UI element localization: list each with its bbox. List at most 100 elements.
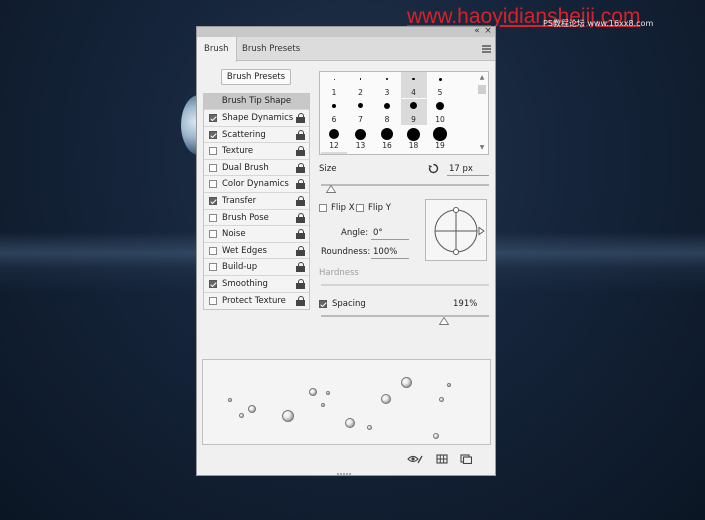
option-smoothing[interactable]: Smoothing [204, 275, 309, 292]
grid-icon[interactable] [436, 454, 448, 464]
brush-tip-28[interactable]: 28 [348, 152, 374, 154]
scattering-checkbox[interactable] [209, 130, 217, 139]
brush-tip-16[interactable]: 16 [374, 125, 400, 151]
brush-tip-dot [355, 128, 366, 140]
option-texture[interactable]: Texture [204, 142, 309, 159]
lock-icon[interactable] [296, 229, 305, 240]
size-slider-thumb[interactable] [326, 185, 337, 193]
spacing-slider-thumb[interactable] [438, 317, 449, 325]
smoothing-checkbox[interactable] [209, 280, 217, 288]
flip-x-checkbox[interactable] [319, 204, 327, 212]
brush-tip-3[interactable]: 3 [374, 72, 400, 98]
brush-tip-6[interactable]: 6 [321, 99, 347, 125]
noise-checkbox[interactable] [209, 230, 217, 239]
lock-icon[interactable] [296, 262, 305, 273]
brush-tip-19[interactable]: 19 [427, 125, 453, 151]
brush-tip-24[interactable]: 24 [321, 151, 347, 154]
brush-presets-button[interactable]: Brush Presets [221, 69, 291, 85]
protect-texture-checkbox[interactable] [209, 296, 217, 305]
lock-icon[interactable] [296, 196, 305, 206]
lock-icon[interactable] [296, 212, 305, 223]
spacing-value[interactable]: 191% [451, 298, 489, 310]
option-brush-pose[interactable]: Brush Pose [204, 208, 309, 226]
build-up-checkbox[interactable] [209, 263, 217, 272]
shape-dynamics-checkbox[interactable] [209, 114, 217, 122]
option-wet-edges[interactable]: Wet Edges [204, 241, 309, 259]
brush-tip-10[interactable]: 10 [427, 99, 453, 125]
flip-y-checkbox[interactable] [356, 204, 364, 212]
option-color-dynamics[interactable]: Color Dynamics [204, 175, 309, 192]
brush-tip-12[interactable]: 12 [321, 125, 347, 151]
brush-tip-size-label: 16 [382, 141, 392, 150]
lock-icon[interactable] [296, 279, 305, 289]
brush-tip-8[interactable]: 8 [374, 99, 400, 125]
size-slider-track[interactable] [321, 184, 489, 186]
tab-brush[interactable]: Brush [197, 37, 237, 62]
color-dynamics-checkbox[interactable] [209, 180, 217, 189]
option-shape-dynamics[interactable]: Shape Dynamics [204, 109, 309, 126]
new-preset-icon[interactable] [460, 454, 472, 464]
lock-icon[interactable] [296, 146, 305, 157]
brush-tip-18[interactable]: 18 [401, 125, 427, 151]
brush-tip-dot [438, 77, 442, 81]
eye-brush-icon[interactable] [407, 454, 423, 464]
hardness-slider-track [321, 284, 489, 286]
brush-tip-dot [436, 101, 444, 110]
scrollbar-thumb[interactable] [478, 85, 486, 94]
spacing-checkbox[interactable] [319, 300, 327, 308]
close-icon[interactable]: × [484, 26, 492, 37]
texture-checkbox[interactable] [209, 147, 217, 156]
wet-edges-checkbox[interactable] [209, 246, 217, 255]
noise-label: Noise [222, 229, 246, 240]
panel-titlebar[interactable]: « × [197, 26, 495, 37]
option-noise[interactable]: Noise [204, 225, 309, 242]
shape-dynamics-label: Shape Dynamics [222, 113, 294, 123]
brush-pose-checkbox[interactable] [209, 213, 217, 222]
option-scattering[interactable]: Scattering [204, 125, 309, 143]
brush-tip-dot [353, 153, 368, 154]
scroll-up-icon[interactable]: ▲ [478, 74, 486, 82]
brush-tip-7[interactable]: 7 [348, 99, 374, 125]
brush-tip-13[interactable]: 13 [348, 125, 374, 151]
preview-bubble [321, 403, 325, 407]
size-value[interactable]: 17 px [447, 163, 489, 176]
brush-tip-dot [332, 103, 336, 108]
brush-tip-4[interactable]: 4 [400, 72, 427, 98]
brush-tip-5[interactable]: 5 [427, 72, 453, 98]
angle-roundness-widget[interactable] [425, 199, 487, 261]
transfer-label: Transfer [222, 196, 257, 206]
brush-tip-dot [386, 78, 388, 80]
tab-brush-presets[interactable]: Brush Presets [235, 37, 307, 61]
transfer-checkbox[interactable] [209, 197, 217, 205]
brush-tip-dot [381, 128, 393, 140]
brush-tip-dot [384, 102, 390, 109]
lock-icon[interactable] [296, 245, 305, 256]
dual-brush-checkbox[interactable] [209, 163, 217, 172]
brush-stroke-preview [202, 359, 491, 445]
brush-tip-9[interactable]: 9 [400, 98, 427, 125]
lock-icon[interactable] [296, 113, 305, 123]
lock-icon[interactable] [296, 179, 305, 190]
option-dual-brush[interactable]: Dual Brush [204, 158, 309, 176]
double-chevron-icon[interactable]: « [473, 26, 481, 37]
lock-icon[interactable] [296, 129, 305, 140]
option-build-up[interactable]: Build-up [204, 258, 309, 275]
panel-menu-icon[interactable] [482, 45, 491, 53]
lock-icon[interactable] [296, 162, 305, 173]
resize-grip[interactable] [337, 468, 355, 475]
brush-options-list: Brush Tip Shape Shape Dynamics Scattering… [203, 93, 310, 310]
wet-edges-label: Wet Edges [222, 245, 267, 256]
option-protect-texture[interactable]: Protect Texture [204, 291, 309, 309]
spacing-slider-track[interactable] [321, 315, 489, 317]
brush-tip-size-label: 8 [384, 114, 390, 124]
brush-tip-1[interactable]: 1 [321, 72, 347, 98]
lock-icon[interactable] [296, 295, 305, 306]
brush-tip-size-label: 1 [331, 88, 337, 97]
brush-tip-2[interactable]: 2 [348, 72, 374, 98]
brush-tip-shape-item[interactable]: Brush Tip Shape [204, 94, 309, 109]
angle-value[interactable]: 0° [371, 227, 409, 240]
reset-icon[interactable] [428, 163, 439, 174]
scroll-down-icon[interactable]: ▼ [478, 144, 486, 152]
option-transfer[interactable]: Transfer [204, 192, 309, 209]
roundness-value[interactable]: 100% [371, 246, 409, 259]
